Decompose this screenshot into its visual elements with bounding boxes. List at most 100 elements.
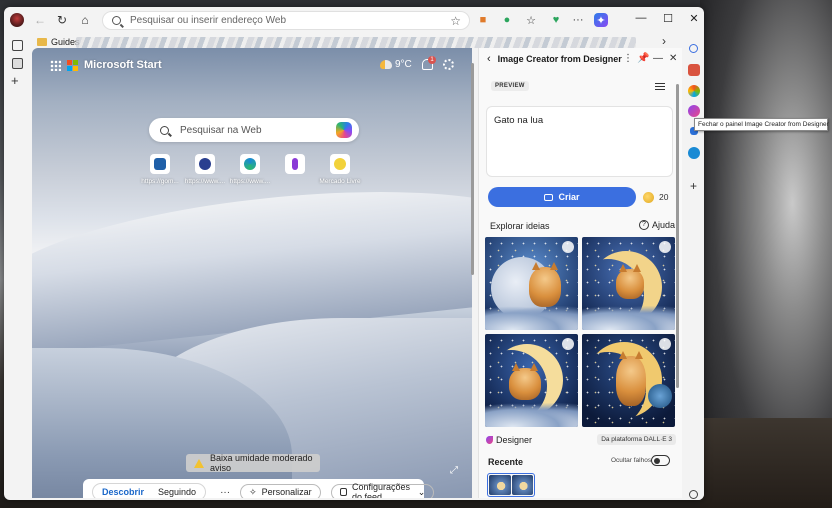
settings-sliders-icon: [339, 488, 348, 496]
web-search-box[interactable]: Pesquisar na Web: [149, 118, 359, 142]
generated-image[interactable]: [582, 237, 675, 330]
brand-title[interactable]: Microsoft Start: [84, 59, 162, 71]
quick-link-tile[interactable]: https://www....: [184, 154, 226, 185]
help-label: Ajuda: [652, 220, 676, 230]
sun-icon: [380, 60, 392, 69]
copilot-icon[interactable]: [336, 122, 352, 138]
hamburger-icon[interactable]: [655, 83, 665, 90]
generated-image[interactable]: [485, 237, 578, 330]
image-creator-icon[interactable]: [688, 105, 700, 117]
sparkle-icon: ✧: [249, 486, 257, 497]
chevron-right-icon[interactable]: ›: [662, 34, 666, 48]
more-options-icon[interactable]: ···: [571, 13, 585, 27]
shopping-icon[interactable]: ●: [500, 13, 514, 27]
copilot-icon[interactable]: ✦: [594, 13, 608, 27]
vertical-tabs: +: [4, 33, 30, 500]
gear-icon[interactable]: [443, 59, 454, 70]
designer-row: Designer Da plataforma DALL·E 3: [486, 434, 676, 446]
generated-image[interactable]: [582, 334, 675, 427]
gear-icon[interactable]: [689, 490, 698, 499]
explore-ideas-label[interactable]: Explorar ideias: [490, 221, 550, 231]
panel-header: ‹ Image Creator from Designer ⋮ 📌 — ✕: [479, 48, 683, 70]
maximize-button[interactable]: ☐: [661, 12, 675, 26]
quick-link-label: https://www....: [184, 178, 226, 185]
scrollbar-thumb[interactable]: [471, 63, 474, 275]
back-icon[interactable]: ‹: [487, 53, 491, 65]
quick-link-label: https://gom...: [141, 178, 179, 185]
edge-sidebar: +: [684, 33, 704, 500]
weather-alert[interactable]: Baixa umidade moderado aviso: [186, 453, 320, 473]
prompt-input[interactable]: Gato na lua: [486, 106, 673, 177]
create-row: Criar 20: [488, 187, 674, 207]
weather-widget[interactable]: 9°C: [380, 59, 412, 70]
tab-discover[interactable]: Descobrir: [95, 487, 151, 497]
new-tab-icon[interactable]: +: [11, 73, 19, 88]
pin-icon[interactable]: [562, 338, 574, 350]
new-tab-page: Microsoft Start 9°C 1 Pesquisar na Web h…: [32, 48, 472, 498]
extension-icon[interactable]: ■: [476, 13, 490, 27]
panel-scrollbar[interactable]: [676, 84, 680, 494]
home-icon[interactable]: ⌂: [77, 12, 93, 28]
create-button[interactable]: Criar: [488, 187, 636, 207]
tab-current[interactable]: [12, 58, 23, 69]
quick-link-tile[interactable]: [277, 154, 313, 185]
help-link[interactable]: ? Ajuda: [639, 220, 675, 230]
search-icon: [112, 16, 121, 25]
create-icon: [544, 193, 554, 201]
quick-links: https://gom... https://www.... https://w…: [141, 154, 361, 185]
pin-icon[interactable]: 📌: [637, 53, 649, 64]
quick-link-label: https://www....: [229, 178, 271, 185]
designer-label[interactable]: Designer: [496, 435, 532, 445]
hide-failed-toggle[interactable]: [651, 455, 670, 466]
recent-item[interactable]: [487, 473, 535, 497]
pin-icon[interactable]: [659, 241, 671, 253]
folder-icon: [37, 38, 47, 46]
feed-settings-button[interactable]: Configurações do feed ⌄: [330, 482, 435, 498]
search-icon[interactable]: [689, 44, 698, 53]
quick-link-tile[interactable]: https://gom...: [141, 154, 179, 185]
close-icon[interactable]: ✕: [669, 53, 677, 64]
favorites-icon[interactable]: ☆: [524, 13, 538, 27]
microsoft-365-icon[interactable]: [688, 85, 700, 97]
expand-icon[interactable]: ⤢: [450, 465, 458, 476]
profile-avatar[interactable]: [10, 13, 24, 27]
tools-icon[interactable]: [688, 64, 700, 76]
more-options-icon[interactable]: ⋮: [623, 53, 633, 64]
pin-icon[interactable]: [659, 338, 671, 350]
quick-link-label: Mercado Livre: [319, 178, 361, 185]
dalle-badge: Da plataforma DALL·E 3: [597, 434, 676, 445]
site-icon: [292, 158, 298, 170]
skype-icon[interactable]: [688, 147, 700, 159]
scrollbar-thumb[interactable]: [676, 84, 679, 388]
address-placeholder: Pesquisar ou inserir endereço Web: [130, 15, 287, 26]
apps-grid-icon[interactable]: [50, 59, 61, 71]
boost-count: 20: [659, 192, 669, 202]
back-icon[interactable]: ←: [32, 12, 48, 28]
page-scrollbar[interactable]: [470, 51, 476, 499]
close-window-button[interactable]: ✕: [687, 12, 701, 26]
feed-toolbar: Descobrir Seguindo ··· ✧ Personalizar Co…: [83, 479, 435, 498]
add-icon[interactable]: +: [690, 179, 697, 193]
tab-following[interactable]: Seguindo: [151, 487, 203, 497]
boost-coin-icon: [643, 191, 654, 203]
browser-essentials-icon[interactable]: ♥: [549, 13, 563, 27]
site-icon: [154, 158, 166, 170]
edge-icon: [244, 158, 256, 170]
image-creator-panel: ‹ Image Creator from Designer ⋮ 📌 — ✕ PR…: [478, 48, 682, 498]
personalize-button[interactable]: ✧ Personalizar: [240, 483, 321, 498]
tab-actions-icon[interactable]: [12, 40, 23, 51]
recent-thumbnail: [511, 475, 533, 495]
quick-link-tile[interactable]: https://www....: [229, 154, 271, 185]
generated-image[interactable]: [485, 334, 578, 427]
refresh-icon[interactable]: ↻: [54, 12, 70, 28]
minimize-icon[interactable]: —: [653, 53, 663, 64]
temperature: 9°C: [395, 59, 412, 70]
more-icon[interactable]: ···: [220, 487, 230, 498]
address-bar[interactable]: Pesquisar ou inserir endereço Web ☆: [102, 11, 470, 30]
search-icon: [160, 125, 169, 135]
pin-icon[interactable]: [562, 241, 574, 253]
designer-icon: [486, 436, 493, 444]
minimize-button[interactable]: —: [634, 12, 648, 26]
quick-link-tile[interactable]: Mercado Livre: [319, 154, 361, 185]
favorite-star-icon[interactable]: ☆: [450, 14, 461, 28]
